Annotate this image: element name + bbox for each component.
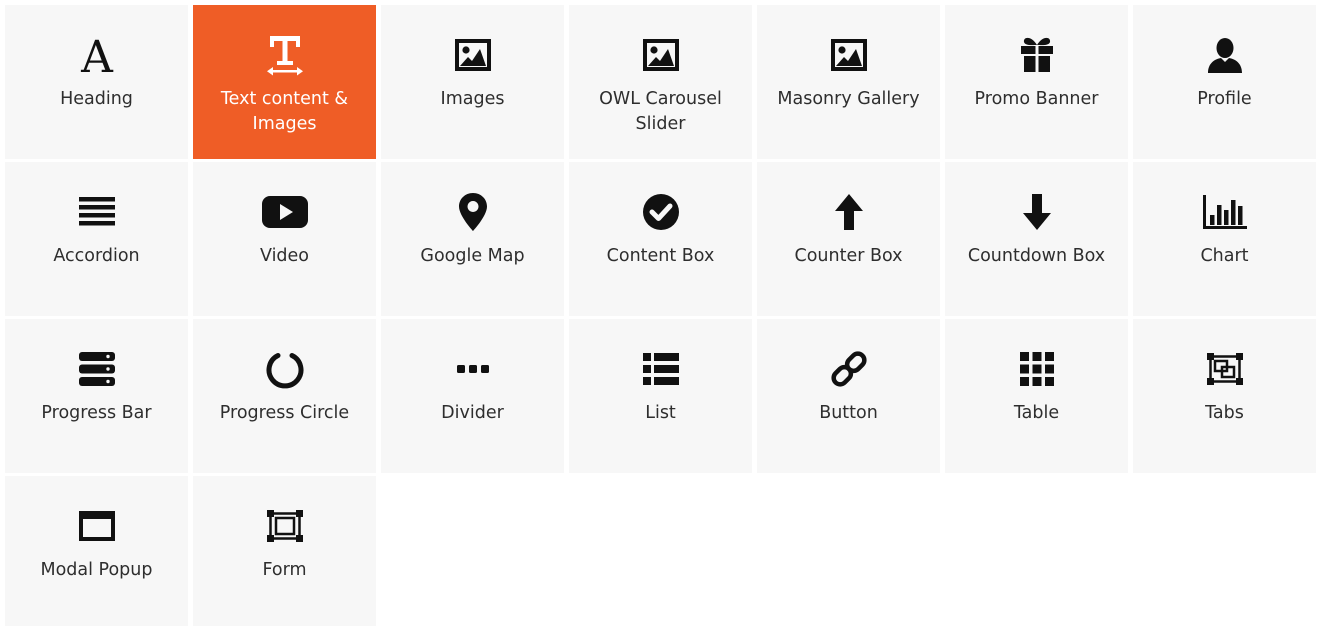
widget-tile-label: OWL Carousel Slider bbox=[599, 89, 722, 134]
widget-tile-label: Counter Box bbox=[794, 246, 903, 266]
widget-tile-label: Form bbox=[262, 560, 307, 580]
widget-grid: A Heading Text content & Images Images OWL C… bbox=[5, 5, 1318, 628]
widget-tile-label: Divider bbox=[441, 403, 504, 423]
widget-tile-label: Tabs bbox=[1205, 403, 1244, 423]
gift-icon bbox=[1018, 29, 1056, 81]
image-icon bbox=[829, 29, 869, 81]
widget-tile-label: Table bbox=[1013, 403, 1060, 423]
widget-tile-label: Google Map bbox=[420, 246, 525, 266]
widget-tile-label: List bbox=[645, 403, 676, 423]
widget-tile-form[interactable]: Form bbox=[193, 476, 376, 626]
widget-tile-owl-carousel-slider[interactable]: OWL Carousel Slider bbox=[569, 5, 752, 159]
widget-tile-label: Images bbox=[440, 89, 505, 109]
widget-tile-label: Progress Circle bbox=[219, 403, 350, 423]
widget-tile-label: Text content & Images bbox=[220, 89, 349, 134]
widget-tile-text-content-and-images[interactable]: Text content & Images bbox=[193, 5, 376, 159]
widget-tile-table[interactable]: Table bbox=[945, 319, 1128, 473]
image-icon bbox=[453, 29, 493, 81]
object-group-icon bbox=[1205, 343, 1245, 395]
widget-tile-label: Masonry Gallery bbox=[777, 89, 920, 109]
list-icon bbox=[641, 343, 681, 395]
image-icon bbox=[641, 29, 681, 81]
window-icon bbox=[77, 500, 117, 552]
widget-tile-label: Countdown Box bbox=[967, 246, 1106, 266]
widget-tile-promo-banner[interactable]: Promo Banner bbox=[945, 5, 1128, 159]
circle-notch-icon bbox=[265, 343, 305, 395]
widget-tile-tabs[interactable]: Tabs bbox=[1133, 319, 1316, 473]
widget-tile-label: Promo Banner bbox=[974, 89, 1099, 109]
widget-tile-google-map[interactable]: Google Map bbox=[381, 162, 564, 316]
user-icon bbox=[1205, 29, 1245, 81]
widget-tile-label: Chart bbox=[1200, 246, 1249, 266]
widget-tile-button[interactable]: Button bbox=[757, 319, 940, 473]
link-icon bbox=[829, 343, 869, 395]
widget-tile-label: Content Box bbox=[606, 246, 715, 266]
widget-tile-label: Heading bbox=[60, 89, 133, 109]
arrow-up-icon bbox=[833, 186, 865, 238]
ellipsis-icon bbox=[455, 343, 491, 395]
svg-text:A: A bbox=[80, 34, 114, 76]
map-marker-icon bbox=[457, 186, 489, 238]
widget-tile-label: Accordion bbox=[53, 246, 140, 266]
widget-tile-accordion[interactable]: Accordion bbox=[5, 162, 188, 316]
widget-tile-profile[interactable]: Profile bbox=[1133, 5, 1316, 159]
widget-tile-list[interactable]: List bbox=[569, 319, 752, 473]
widget-tile-countdown-box[interactable]: Countdown Box bbox=[945, 162, 1128, 316]
text-content-icon bbox=[266, 29, 304, 81]
widget-tile-heading[interactable]: A Heading bbox=[5, 5, 188, 159]
widget-tile-divider[interactable]: Divider bbox=[381, 319, 564, 473]
widget-tile-label: Modal Popup bbox=[40, 560, 153, 580]
widget-tile-chart[interactable]: Chart bbox=[1133, 162, 1316, 316]
heading-icon: A bbox=[77, 29, 117, 81]
widget-tile-label: Button bbox=[819, 403, 878, 423]
widget-tile-masonry-gallery[interactable]: Masonry Gallery bbox=[757, 5, 940, 159]
server-icon bbox=[77, 343, 117, 395]
widget-tile-video[interactable]: Video bbox=[193, 162, 376, 316]
widget-tile-progress-bar[interactable]: Progress Bar bbox=[5, 319, 188, 473]
th-icon bbox=[1018, 343, 1056, 395]
widget-tile-modal-popup[interactable]: Modal Popup bbox=[5, 476, 188, 626]
widget-tile-label: Video bbox=[259, 246, 310, 266]
youtube-play-icon bbox=[261, 186, 309, 238]
widget-tile-content-box[interactable]: Content Box bbox=[569, 162, 752, 316]
object-ungroup-icon bbox=[265, 500, 305, 552]
widget-tile-progress-circle[interactable]: Progress Circle bbox=[193, 319, 376, 473]
check-circle-icon bbox=[641, 186, 681, 238]
widget-tile-label: Progress Bar bbox=[41, 403, 152, 423]
widget-tile-label: Profile bbox=[1197, 89, 1252, 109]
widget-tile-counter-box[interactable]: Counter Box bbox=[757, 162, 940, 316]
bar-chart-icon bbox=[1201, 186, 1249, 238]
bars-icon bbox=[77, 186, 117, 238]
widget-tile-images[interactable]: Images bbox=[381, 5, 564, 159]
arrow-down-icon bbox=[1021, 186, 1053, 238]
